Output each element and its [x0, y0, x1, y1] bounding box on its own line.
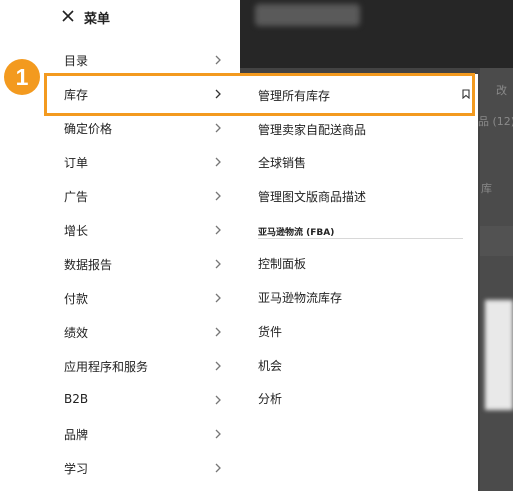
chevron-right-icon — [215, 225, 221, 235]
chevron-right-icon — [215, 327, 221, 337]
dimmed-table-cell — [480, 226, 513, 256]
chevron-right-icon — [215, 55, 221, 65]
menu-item-brand[interactable]: 品牌 — [48, 417, 240, 451]
menu-item-catalog[interactable]: 目录 — [48, 43, 240, 77]
submenu-divider — [258, 238, 463, 239]
step-number-badge: 1 — [4, 59, 40, 95]
dimmed-page-text: 库 — [481, 182, 492, 195]
submenu-section-heading-fba: 亚马逊物流 (FBA) — [258, 228, 335, 238]
chevron-right-icon — [215, 191, 221, 201]
submenu-item-shipments[interactable]: 货件 — [258, 323, 282, 340]
blurred-header-element — [255, 4, 360, 26]
menu-item-label: B2B — [64, 392, 89, 406]
chevron-right-icon — [215, 463, 221, 473]
step-highlight-box — [44, 73, 475, 116]
close-icon[interactable] — [62, 10, 74, 22]
chevron-right-icon — [215, 429, 221, 439]
dimmed-page-column — [480, 68, 513, 491]
menu-item-label: 品牌 — [64, 428, 89, 442]
submenu-item-a-plus-content[interactable]: 管理图文版商品描述 — [258, 188, 366, 205]
menu-item-label: 付款 — [64, 292, 89, 306]
submenu-item-global-selling[interactable]: 全球销售 — [258, 154, 306, 171]
menu-item-apps-services[interactable]: 应用程序和服务 — [48, 349, 240, 383]
chevron-right-icon — [215, 293, 221, 303]
menu-item-orders[interactable]: 订单 — [48, 145, 240, 179]
submenu-item-opportunities[interactable]: 机会 — [258, 357, 282, 374]
dimmed-page-text: 改 — [496, 84, 507, 97]
menu-item-label: 增长 — [64, 224, 89, 238]
menu-item-label: 应用程序和服务 — [64, 360, 149, 374]
chevron-right-icon — [215, 123, 221, 133]
menu-title: 菜单 — [84, 12, 111, 27]
menu-item-payments[interactable]: 付款 — [48, 281, 240, 315]
menu-item-label: 订单 — [64, 156, 89, 170]
menu-item-label: 广告 — [64, 190, 89, 204]
menu-item-label: 确定价格 — [64, 122, 113, 136]
menu-header: 菜单 — [0, 0, 240, 34]
menu-item-performance[interactable]: 绩效 — [48, 315, 240, 349]
submenu-item-analytics[interactable]: 分析 — [258, 390, 282, 407]
menu-item-b2b[interactable]: B2B — [48, 383, 240, 417]
dimmed-page-block — [485, 300, 513, 410]
menu-item-label: 目录 — [64, 54, 89, 68]
submenu-item-fba-inventory[interactable]: 亚马逊物流库存 — [258, 289, 342, 306]
menu-item-label: 学习 — [64, 462, 89, 476]
chevron-right-icon — [215, 157, 221, 167]
chevron-right-icon — [215, 395, 221, 405]
menu-item-advertising[interactable]: 广告 — [48, 179, 240, 213]
menu-item-growth[interactable]: 增长 — [48, 213, 240, 247]
menu-item-label: 绩效 — [64, 326, 89, 340]
inventory-submenu: 管理所有库存 管理卖家自配送商品 全球销售 管理图文版商品描述 亚马逊物流 (F… — [240, 74, 478, 491]
dimmed-page-text: 品 (12) — [478, 115, 513, 128]
menu-item-pricing[interactable]: 确定价格 — [48, 111, 240, 145]
menu-item-reports[interactable]: 数据报告 — [48, 247, 240, 281]
menu-item-label: 数据报告 — [64, 258, 113, 272]
menu-item-learn[interactable]: 学习 — [48, 451, 240, 485]
chevron-right-icon — [215, 361, 221, 371]
chevron-right-icon — [215, 259, 221, 269]
submenu-item-fba-dashboard[interactable]: 控制面板 — [258, 255, 306, 272]
submenu-item-manage-fbm[interactable]: 管理卖家自配送商品 — [258, 121, 366, 138]
